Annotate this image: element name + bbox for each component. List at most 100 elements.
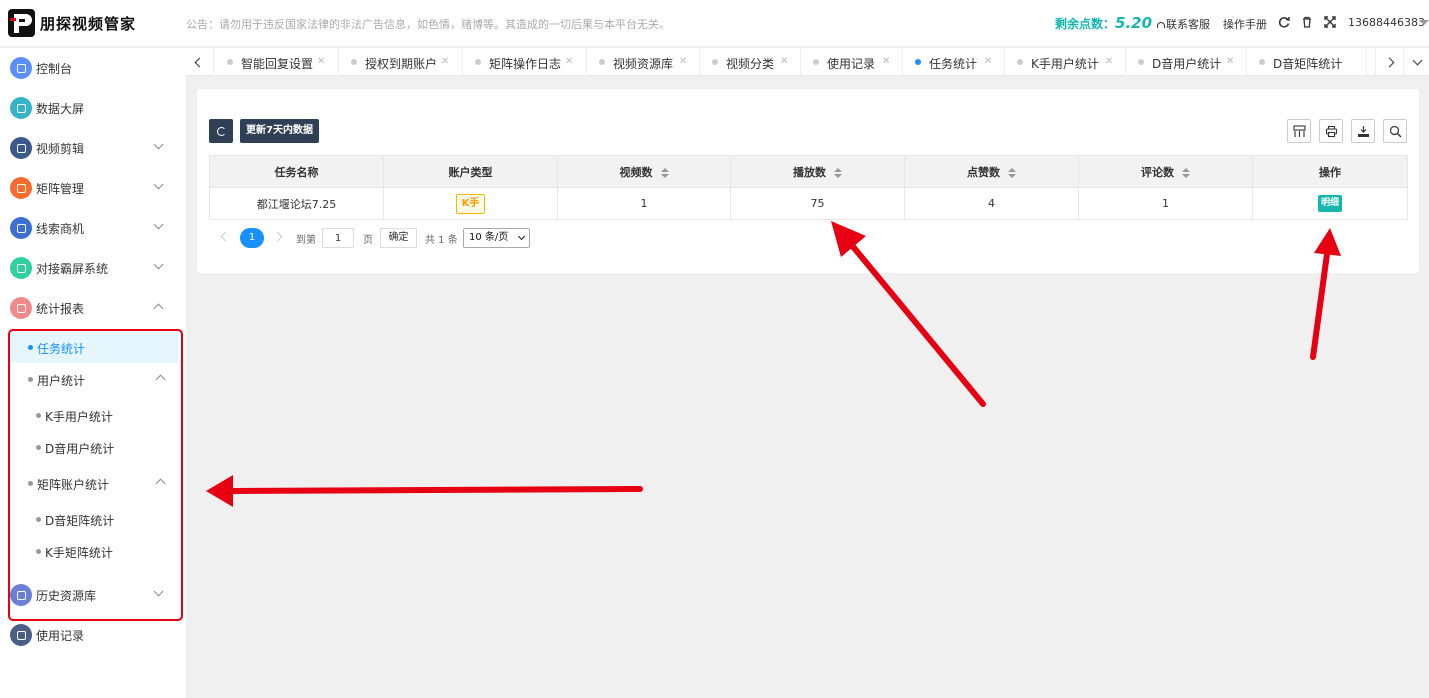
sidebar-item-screen-system[interactable]: 对接霸屏系统 (0, 248, 186, 288)
refresh-button[interactable] (209, 119, 233, 143)
tab-bar: 智能回复设置 ✕ 授权到期账户 ✕ 矩阵操作日志 ✕ 视频资源库 ✕ 视频分类 … (186, 48, 1429, 76)
chevron-down-icon[interactable] (1419, 20, 1429, 25)
user-account[interactable]: 13688446383 (1348, 16, 1425, 29)
tab-smart-reply[interactable]: 智能回复设置 ✕ (215, 48, 339, 76)
tab-scroll-right-button[interactable] (1375, 48, 1403, 76)
column-header-comments[interactable]: 评论数 (1078, 155, 1253, 188)
sort-icon[interactable] (1182, 167, 1190, 178)
cell-task-name: 都江堰论坛7.25 (209, 187, 384, 220)
column-header-likes[interactable]: 点赞数 (904, 155, 1079, 188)
column-header-plays[interactable]: 播放数 (730, 155, 905, 188)
goto-page-input[interactable] (322, 228, 354, 248)
column-header-label: 操作 (1319, 165, 1341, 179)
tab-dot-icon (227, 59, 233, 65)
tab-label: 智能回复设置 (241, 57, 314, 71)
support-label: 联系客服 (1166, 18, 1210, 31)
close-icon[interactable]: ✕ (565, 56, 573, 67)
export-button[interactable] (1351, 119, 1375, 143)
tab-label: 授权到期账户 (365, 57, 438, 71)
cell-videos: 1 (557, 187, 731, 220)
tab-dot-icon (1138, 59, 1144, 65)
refresh-icon[interactable] (1277, 15, 1291, 29)
table-header-row: 任务名称 账户类型 视频数 播放数 点赞数 评论数 操作 (209, 155, 1408, 188)
tab-dot-icon (1017, 59, 1023, 65)
tab-label: K手用户统计 (1031, 57, 1099, 71)
close-icon[interactable]: ✕ (317, 56, 325, 67)
annotation-arrow-sidebar (206, 475, 643, 507)
tab-d-user-stats[interactable]: D音用户统计 ✕ (1126, 48, 1247, 76)
close-icon[interactable]: ✕ (984, 56, 992, 67)
chevron-left-icon[interactable] (220, 231, 231, 242)
tab-expired-accounts[interactable]: 授权到期账户 ✕ (339, 48, 463, 76)
manual-link[interactable]: 操作手册 (1223, 16, 1267, 32)
tab-label: 任务统计 (929, 57, 978, 71)
report-icon (10, 297, 32, 319)
tab-label: 视频分类 (726, 57, 775, 71)
update-7-days-button[interactable]: 更新7天内数据 (240, 119, 319, 143)
tab-matrix-log[interactable]: 矩阵操作日志 ✕ (463, 48, 587, 76)
sidebar-item-label: 数据大屏 (36, 102, 85, 116)
sidebar-item-label: 视频剪辑 (36, 142, 85, 156)
pagination: 1 到第 页 确定 共 1 条 10 条/页 (216, 227, 536, 249)
sidebar-item-leads[interactable]: 线索商机 (0, 208, 186, 248)
column-header-label: 视频数 (619, 165, 653, 179)
sidebar-item-label: 统计报表 (36, 302, 85, 316)
detail-button[interactable]: 明细 (1317, 195, 1342, 212)
column-header-label: 播放数 (793, 165, 826, 179)
tab-usage-record[interactable]: 使用记录 ✕ (801, 48, 903, 76)
screen-icon (10, 97, 32, 119)
page-unit-label: 页 (363, 235, 373, 246)
close-icon[interactable]: ✕ (1105, 56, 1113, 67)
tab-d-matrix-stats[interactable]: D音矩阵统计 (1247, 48, 1367, 76)
close-icon[interactable]: ✕ (780, 56, 788, 67)
close-icon[interactable]: ✕ (882, 56, 890, 67)
tab-dot-icon (1259, 59, 1265, 65)
column-header-videos[interactable]: 视频数 (557, 155, 731, 188)
sidebar-item-matrix[interactable]: 矩阵管理 (0, 168, 186, 208)
tab-label: 使用记录 (827, 57, 876, 71)
page-button-current[interactable]: 1 (240, 228, 264, 248)
sort-icon[interactable] (660, 167, 669, 178)
trash-icon[interactable] (1300, 15, 1314, 29)
column-header-account-type: 账户类型 (383, 155, 558, 188)
page-size-select[interactable]: 10 条/页 (463, 228, 530, 248)
sidebar-item-data-screen[interactable]: 数据大屏 (0, 88, 186, 128)
sidebar-item-label: 控制台 (36, 62, 73, 76)
matrix-icon (10, 177, 32, 199)
search-icon (1389, 125, 1401, 137)
columns-filter-button[interactable] (1287, 119, 1311, 143)
tab-menu-button[interactable] (1403, 48, 1429, 76)
video-edit-icon (10, 137, 32, 159)
column-header-label: 点赞数 (967, 165, 1000, 179)
sidebar-item-usage-record[interactable]: 使用记录 (0, 615, 186, 655)
fullscreen-icon[interactable] (1323, 15, 1337, 29)
sidebar-item-video-edit[interactable]: 视频剪辑 (0, 128, 186, 168)
close-icon[interactable]: ✕ (1226, 56, 1234, 67)
sort-icon[interactable] (834, 167, 842, 178)
tab-scroll-left-button[interactable] (186, 48, 214, 76)
tab-k-user-stats[interactable]: K手用户统计 ✕ (1005, 48, 1126, 76)
close-icon[interactable]: ✕ (679, 56, 687, 67)
tab-video-library[interactable]: 视频资源库 ✕ (587, 48, 700, 76)
chevron-right-icon[interactable] (272, 231, 283, 242)
chevron-down-icon (153, 259, 164, 270)
sidebar-item-reports[interactable]: 统计报表 (0, 288, 186, 328)
logo-icon (8, 9, 35, 37)
column-header-label: 账户类型 (448, 165, 493, 179)
print-icon (1325, 125, 1337, 137)
search-button[interactable] (1383, 119, 1407, 143)
column-header-label: 任务名称 (274, 165, 319, 179)
sidebar-item-console[interactable]: 控制台 (0, 48, 186, 88)
chevron-up-icon (153, 303, 164, 314)
chevron-down-icon (153, 219, 164, 230)
support-link[interactable]: 联系客服 (1157, 16, 1210, 32)
tab-task-stats[interactable]: 任务统计 ✕ (903, 48, 1005, 76)
sort-icon[interactable] (1008, 167, 1016, 178)
print-button[interactable] (1319, 119, 1343, 143)
tab-video-category[interactable]: 视频分类 ✕ (700, 48, 801, 76)
task-stats-table: 任务名称 账户类型 视频数 播放数 点赞数 评论数 操作 都江堰论坛7.25 K… (209, 155, 1408, 220)
lead-icon (10, 217, 32, 239)
tab-label: 视频资源库 (613, 57, 674, 71)
close-icon[interactable]: ✕ (441, 56, 449, 67)
goto-confirm-button[interactable]: 确定 (380, 228, 417, 248)
